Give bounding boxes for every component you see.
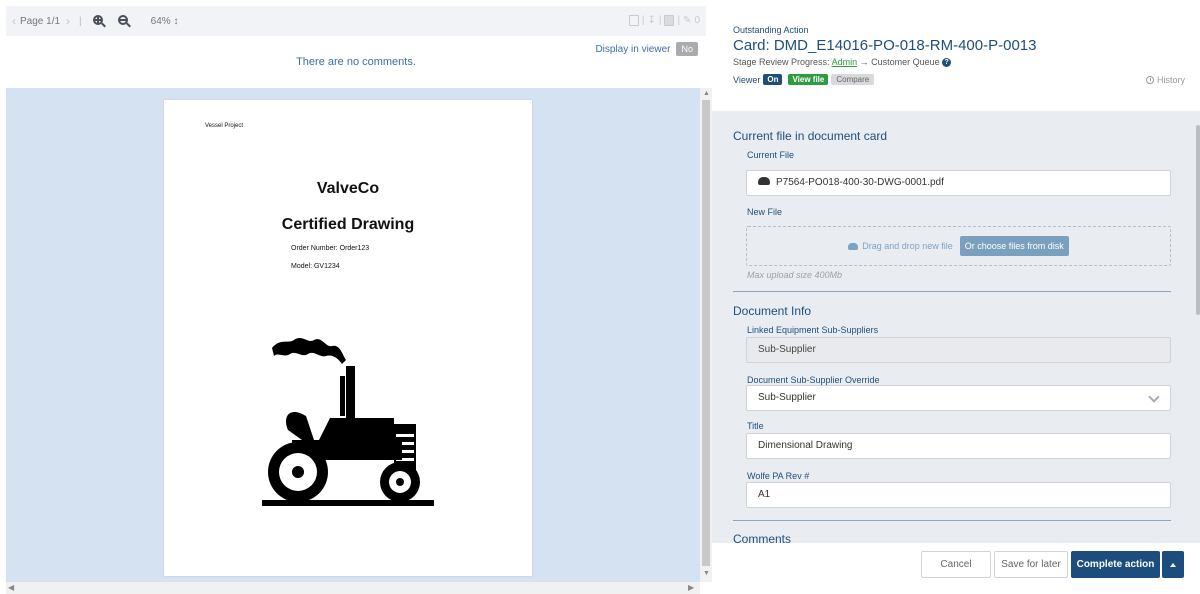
linked-sub-suppliers-label: Linked Equipment Sub-Suppliers [747, 325, 879, 335]
display-in-viewer-row: Display in viewer No [595, 42, 698, 56]
drag-drop-label: Drag and drop new file [862, 241, 953, 251]
tractor-icon [262, 338, 434, 506]
chevron-down-icon [1148, 391, 1160, 403]
scroll-left-arrow-icon[interactable]: ◀ [8, 583, 14, 592]
zoom-level-select[interactable]: 64% ↕ [151, 16, 179, 27]
toolbar-divider: | [677, 15, 681, 26]
stage-progress: Stage Review Progress: Admin → Customer … [733, 57, 952, 68]
scroll-right-arrow-icon[interactable]: ▶ [688, 583, 694, 592]
choose-files-button[interactable]: Or choose files from disk [959, 236, 1069, 256]
toolbar-divider: | [79, 15, 82, 27]
section-divider [733, 291, 1171, 292]
viewer-toolbar: ‹ Page 1/1 › | 64% ↕ | ↧ | | ✎ 0 [6, 6, 706, 36]
current-file-name: P7564-PO018-400-30-DWG-0001.pdf [776, 177, 944, 188]
viewer-on-toggle[interactable]: On [763, 74, 783, 85]
form-scrollbar[interactable] [1195, 111, 1200, 543]
drag-drop-text: Drag and drop new file [848, 241, 953, 251]
history-link[interactable]: History [1145, 75, 1185, 85]
stop-icon[interactable] [664, 15, 675, 26]
document-info-section-title: Document Info [733, 304, 812, 318]
toolbar-divider: | [641, 15, 645, 26]
form-scroll-area: Current file in document card Current Fi… [712, 111, 1200, 543]
download-icon[interactable]: ↧ [647, 15, 655, 26]
edit-icon[interactable]: ✎ [683, 15, 691, 26]
current-file-link[interactable]: P7564-PO018-400-30-DWG-0001.pdf [746, 170, 1171, 196]
page-project: Vessel Project [205, 123, 244, 129]
scroll-down-arrow-icon[interactable]: ▼ [703, 570, 710, 577]
save-for-later-button[interactable]: Save for later [994, 551, 1068, 578]
action-panel: Outstanding Action Card: DMD_E14016-PO-0… [712, 0, 1200, 594]
comment-count: 0 [694, 15, 700, 26]
complete-action-menu-button[interactable] [1162, 551, 1184, 578]
section-divider [733, 520, 1171, 521]
viewer-controls: Viewer On View file Compare [733, 74, 875, 85]
card-title: Card: DMD_E14016-PO-018-RM-400-P-0013 [733, 37, 1037, 54]
viewer-label: Viewer [733, 74, 761, 85]
comments-section-title: Comments [733, 532, 792, 543]
cancel-button[interactable]: Cancel [921, 551, 991, 578]
no-comments-message: There are no comments. [296, 56, 416, 68]
scrollbar-thumb[interactable] [702, 100, 710, 566]
chevron-left-icon[interactable]: ‹ [12, 14, 16, 28]
chevron-right-icon[interactable]: › [66, 14, 70, 28]
zoom-in-icon[interactable] [92, 14, 106, 28]
display-in-viewer-toggle[interactable]: No [676, 42, 698, 56]
linked-sub-suppliers-field: Sub-Supplier [746, 337, 1171, 363]
cloud-download-icon [758, 177, 770, 186]
new-file-label: New File [747, 207, 783, 217]
toolbar-right-icons: | ↧ | | ✎ 0 [628, 15, 700, 26]
page-title: Certified Drawing [281, 216, 415, 233]
page-order-number: Order Number: Order123 [291, 245, 370, 252]
rev-label: Wolfe PA Rev # [747, 471, 810, 481]
sub-supplier-override-label: Document Sub-Supplier Override [747, 375, 880, 385]
sub-supplier-override-select[interactable]: Sub-Supplier [746, 385, 1171, 411]
caret-up-icon [1170, 562, 1176, 567]
scroll-up-arrow-icon[interactable]: ▲ [703, 90, 710, 97]
display-in-viewer-label: Display in viewer [595, 43, 671, 55]
stage-label: Stage Review Progress: [733, 57, 830, 67]
toolbar-divider: | [658, 15, 662, 26]
viewer-horizontal-scrollbar[interactable]: ◀ ▶ [6, 582, 700, 594]
cloud-upload-icon [848, 242, 859, 250]
arrow-right-icon: → [859, 57, 869, 67]
title-input[interactable]: Dimensional Drawing [746, 433, 1171, 459]
page-indicator: Page 1/1 [20, 15, 61, 27]
stage-admin-link[interactable]: Admin [832, 57, 858, 67]
document-viewer-pane: ‹ Page 1/1 › | 64% ↕ | ↧ | | ✎ 0 Display… [0, 0, 712, 594]
page-model: Model: GV1234 [291, 263, 340, 270]
complete-action-button[interactable]: Complete action [1071, 551, 1160, 578]
viewer-vertical-scrollbar[interactable]: ▲ ▼ [700, 88, 712, 582]
view-file-button[interactable]: View file [788, 74, 829, 85]
help-icon[interactable]: ? [942, 58, 952, 68]
file-dropzone[interactable]: Drag and drop new file Or choose files f… [746, 226, 1171, 266]
page-vendor: ValveCo [316, 180, 380, 197]
form-scrollbar-thumb[interactable] [1196, 125, 1200, 315]
sub-supplier-override-value: Sub-Supplier [758, 392, 816, 403]
action-footer: Cancel Save for later Complete action [712, 543, 1200, 594]
rev-input[interactable]: A1 [746, 482, 1171, 508]
history-label: History [1156, 75, 1185, 85]
clock-icon [1145, 76, 1154, 84]
title-label: Title [747, 421, 764, 431]
current-file-section-title: Current file in document card [733, 129, 888, 143]
compare-button[interactable]: Compare [831, 74, 875, 85]
screen-icon[interactable] [628, 15, 639, 26]
current-file-label: Current File [747, 150, 795, 160]
max-upload-note: Max upload size 400Mb [747, 270, 843, 280]
pdf-page: Vessel Project ValveCo Certified Drawing… [164, 100, 532, 576]
panel-pretitle: Outstanding Action [733, 25, 809, 35]
pdf-canvas[interactable]: Vessel Project ValveCo Certified Drawing… [6, 88, 700, 582]
stage-next: Customer Queue [871, 57, 940, 67]
app-root: ‹ Page 1/1 › | 64% ↕ | ↧ | | ✎ 0 Display… [0, 0, 1200, 594]
zoom-out-icon[interactable] [117, 14, 131, 28]
